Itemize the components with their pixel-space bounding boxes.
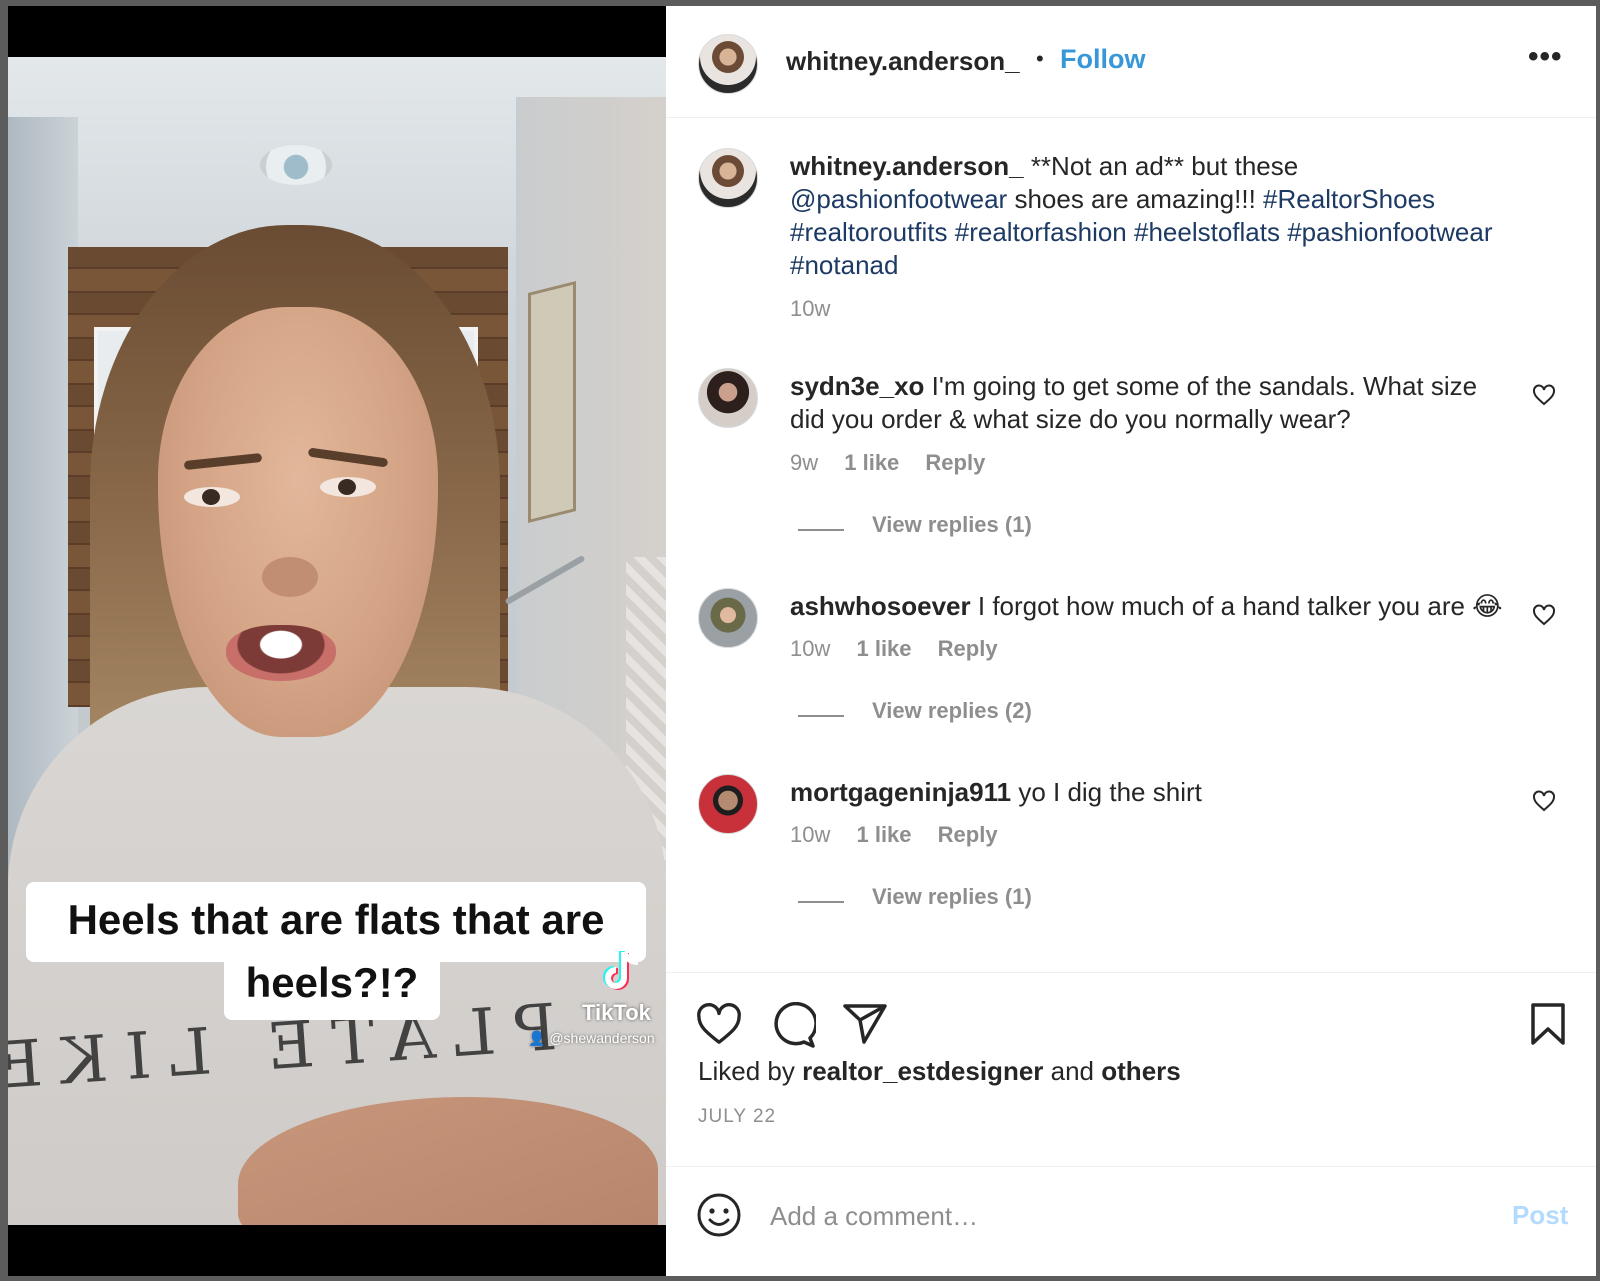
comment-input[interactable] xyxy=(770,1194,1470,1238)
comment-meta: 9w 1 like Reply xyxy=(790,450,1005,476)
share-icon[interactable] xyxy=(842,1002,888,1046)
bookmark-icon[interactable] xyxy=(1530,1002,1566,1046)
post-caption: whitney.anderson_ **Not an ad** but thes… xyxy=(790,150,1570,282)
person-mouth xyxy=(226,625,336,681)
ceiling-light xyxy=(260,145,332,185)
person-nose xyxy=(262,557,318,597)
comment-icon[interactable] xyxy=(770,1002,816,1048)
right-eye xyxy=(320,477,376,497)
comment-likes[interactable]: 1 like xyxy=(856,636,911,661)
tiktok-watermark: TikTok xyxy=(582,1000,651,1025)
post-media[interactable]: PLATE LIKE Heels that are flats that are… xyxy=(8,6,666,1276)
avatar[interactable] xyxy=(698,588,758,648)
liked-by-others[interactable]: others xyxy=(1101,1056,1180,1086)
avatar[interactable] xyxy=(698,148,758,208)
post-details-panel: whitney.anderson_ • Follow ••• whitney.a… xyxy=(666,6,1596,1276)
liked-by-prefix: Liked by xyxy=(698,1056,795,1086)
tiktok-watermark-user: 👤 @shewanderson xyxy=(528,1030,655,1046)
comment-body: I forgot how much of a hand talker you a… xyxy=(977,591,1503,621)
emoji-icon[interactable] xyxy=(696,1192,742,1238)
view-replies-button[interactable]: View replies (1) xyxy=(872,512,1032,538)
comment-body: I'm going to get some of the sandals. Wh… xyxy=(931,371,1478,401)
hashtag-link[interactable]: #notanad xyxy=(790,250,898,280)
comment-body: yo I dig the shirt xyxy=(1018,777,1202,807)
comment-username[interactable]: mortgageninja911 xyxy=(790,777,1011,807)
divider xyxy=(666,1166,1596,1167)
heart-icon[interactable] xyxy=(1532,383,1556,407)
hashtag-link[interactable]: #realtoroutfits xyxy=(790,217,948,247)
heart-icon[interactable] xyxy=(1532,789,1556,813)
comment-username[interactable]: sydn3e_xo xyxy=(790,371,924,401)
more-icon[interactable]: ••• xyxy=(1528,40,1563,74)
follow-button[interactable]: Follow xyxy=(1060,44,1145,75)
divider xyxy=(666,972,1596,973)
hashtag-link[interactable]: #RealtorShoes xyxy=(1263,184,1435,214)
comment-likes[interactable]: 1 like xyxy=(844,450,899,475)
video-caption-line1: Heels that are flats that are xyxy=(67,896,605,943)
avatar[interactable] xyxy=(698,774,758,834)
comment-age: 10w xyxy=(790,636,831,661)
comment-text: sydn3e_xo I'm going to get some of the s… xyxy=(790,370,1510,436)
caption-text-after: shoes are amazing!!! xyxy=(1014,184,1256,214)
comment-text: mortgageninja911 yo I dig the shirt xyxy=(790,776,1510,809)
replies-line xyxy=(798,715,844,717)
heart-icon[interactable] xyxy=(696,1002,742,1046)
left-eye xyxy=(184,487,240,507)
comment-likes[interactable]: 1 like xyxy=(856,822,911,847)
comment-meta: 10w 1 like Reply xyxy=(790,636,1018,662)
post-button[interactable]: Post xyxy=(1512,1200,1568,1231)
liked-by-user[interactable]: realtor_estdesigner xyxy=(802,1056,1043,1086)
video-caption-line2: heels?!? xyxy=(245,959,419,1006)
comment-body-cont: did you order & what size do you normall… xyxy=(790,404,1351,434)
replies-line xyxy=(798,901,844,903)
caption-username[interactable]: whitney.anderson_ xyxy=(790,151,1024,181)
avatar[interactable] xyxy=(698,368,758,428)
liked-by: Liked by realtor_estdesigner and others xyxy=(698,1056,1181,1087)
hashtag-link[interactable]: #realtorfashion xyxy=(955,217,1127,247)
view-replies-button[interactable]: View replies (2) xyxy=(872,698,1032,724)
view-replies-button[interactable]: View replies (1) xyxy=(872,884,1032,910)
reply-button[interactable]: Reply xyxy=(925,450,985,475)
caption-text-before: **Not an ad** but these xyxy=(1030,151,1299,181)
reply-button[interactable]: Reply xyxy=(938,822,998,847)
header-username[interactable]: whitney.anderson_ xyxy=(786,46,1020,77)
tiktok-username: @shewanderson xyxy=(549,1030,655,1046)
post-date: JULY 22 xyxy=(698,1106,777,1127)
post-age: 10w xyxy=(790,296,831,321)
reply-button[interactable]: Reply xyxy=(938,636,998,661)
comment-text: ashwhosoever I forgot how much of a hand… xyxy=(790,590,1530,623)
mention-link[interactable]: @pashionfootwear xyxy=(790,184,1007,214)
liked-by-and: and xyxy=(1050,1056,1095,1086)
wall-art xyxy=(528,281,576,523)
avatar[interactable] xyxy=(698,34,758,94)
comment-age: 9w xyxy=(790,450,819,475)
comment-meta: 10w 1 like Reply xyxy=(790,822,1018,848)
hashtag-link[interactable]: #pashionfootwear xyxy=(1287,217,1492,247)
comment-username[interactable]: ashwhosoever xyxy=(790,591,971,621)
hashtag-link[interactable]: #heelstoflats xyxy=(1134,217,1280,247)
post-header: whitney.anderson_ • Follow ••• xyxy=(666,6,1596,118)
comment-age: 10w xyxy=(790,822,831,847)
heart-icon[interactable] xyxy=(1532,603,1556,627)
replies-line xyxy=(798,529,844,531)
video-frame[interactable]: PLATE LIKE xyxy=(8,57,666,1225)
tiktok-icon xyxy=(603,950,639,990)
header-separator: • xyxy=(1036,46,1044,71)
